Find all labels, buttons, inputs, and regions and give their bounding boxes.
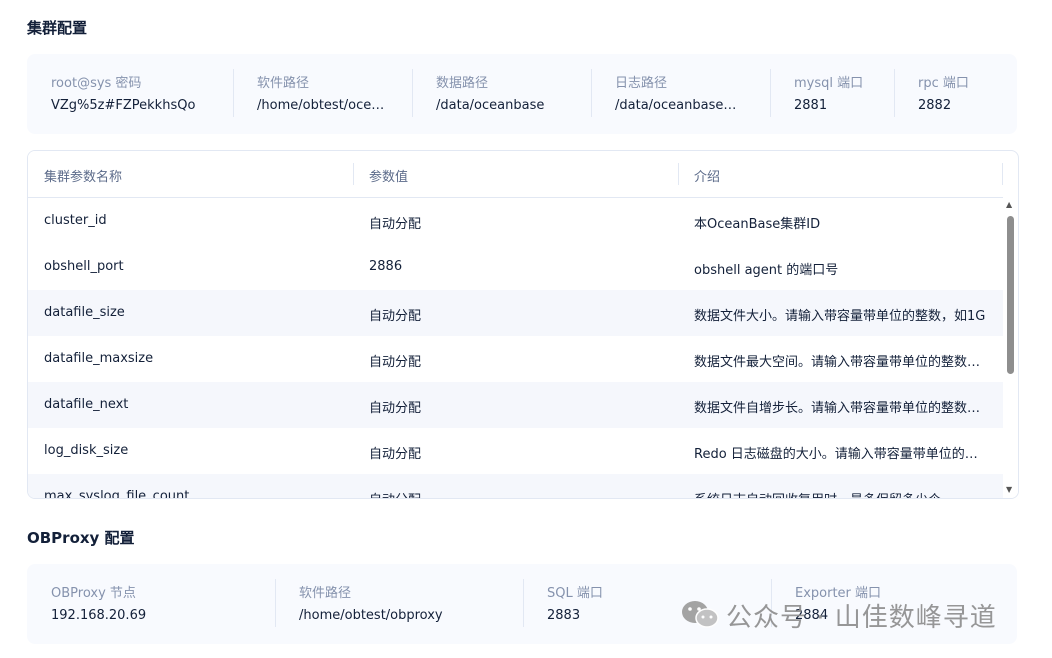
column-header-name: 集群参数名称 [44, 170, 123, 185]
field-label: 软件路径 [257, 76, 310, 91]
table-row: datafile_next 自动分配 数据文件自增步长。请输入带容量带单位的整数… [28, 382, 1003, 428]
scroll-down-arrow-icon[interactable]: ▼ [1006, 485, 1012, 494]
field-label: 数据路径 [436, 76, 489, 91]
divider [894, 69, 895, 117]
field-value: 2882 [918, 98, 952, 113]
scrollbar-thumb[interactable] [1007, 216, 1014, 374]
param-desc: obshell agent 的端口号 [694, 263, 839, 278]
table-row: datafile_maxsize 自动分配 数据文件最大空间。请输入带容量带单位… [28, 336, 1003, 382]
divider [523, 579, 524, 627]
cluster-config-title: 集群配置 [27, 19, 88, 37]
param-value: 自动分配 [369, 447, 422, 462]
param-name: max_syslog_file_count [44, 489, 190, 498]
param-name: datafile_size [44, 305, 125, 320]
param-value: 自动分配 [369, 217, 422, 232]
field-label: SQL 端口 [547, 586, 603, 601]
field-label: OBProxy 节点 [51, 586, 136, 601]
field-value: 2883 [547, 608, 581, 623]
table-row: obshell_port 2886 obshell agent 的端口号 [28, 244, 1003, 290]
root-password-field: root@sys 密码 VZg%5z#FZPekkhsQo [51, 54, 251, 134]
field-value: 2881 [794, 98, 828, 113]
table-row: datafile_size 自动分配 数据文件大小。请输入带容量带单位的整数，如… [28, 290, 1003, 336]
param-name: cluster_id [44, 213, 107, 228]
watermark: 公众号 · 山佳数峰寻道 [680, 597, 997, 638]
param-desc: 数据文件最大空间。请输入带容量带单位的整数，如1G [694, 355, 986, 370]
param-name: datafile_maxsize [44, 351, 154, 366]
field-value: /data/oceanbase [436, 98, 545, 113]
param-value: 自动分配 [369, 355, 422, 370]
column-divider [678, 163, 679, 185]
data-path-field: 数据路径 /data/oceanbase [412, 54, 582, 134]
column-header-value: 参数值 [369, 170, 409, 185]
field-label: 软件路径 [299, 586, 352, 601]
column-divider [353, 163, 354, 185]
mysql-port-field: mysql 端口 2881 [770, 54, 890, 134]
software-path-field: 软件路径 /home/obtest/oceanbase [233, 54, 403, 134]
param-value: 自动分配 [369, 489, 669, 498]
param-name: log_disk_size [44, 443, 129, 458]
field-label: root@sys 密码 [51, 76, 142, 91]
scroll-up-arrow-icon[interactable]: ▲ [1006, 200, 1012, 209]
table-row: cluster_id 自动分配 本OceanBase集群ID [28, 198, 1003, 244]
table-body[interactable]: cluster_id 自动分配 本OceanBase集群ID obshell_p… [28, 198, 1003, 498]
divider [275, 579, 276, 627]
field-label: rpc 端口 [918, 76, 969, 91]
param-value: 自动分配 [369, 401, 422, 416]
obproxy-software-path-field: 软件路径 /home/obtest/obproxy [275, 564, 515, 644]
cluster-config-card: root@sys 密码 VZg%5z#FZPekkhsQo 软件路径 /home… [27, 54, 1017, 134]
divider [412, 69, 413, 117]
obproxy-config-title: OBProxy 配置 [27, 529, 135, 547]
param-name: obshell_port [44, 259, 124, 274]
param-desc: 系统日志自动回收复用时，最多保留多少个 [694, 489, 986, 498]
log-path-field: 日志路径 /data/oceanbase/log [591, 54, 761, 134]
param-value: 2886 [369, 259, 403, 274]
wechat-icon [680, 599, 720, 638]
watermark-text: 公众号 · 山佳数峰寻道 [726, 603, 997, 633]
column-divider [1002, 163, 1003, 185]
param-desc: 数据文件大小。请输入带容量带单位的整数，如1G [694, 309, 986, 324]
divider [233, 69, 234, 117]
field-value: /home/obtest/oceanbase [257, 98, 391, 113]
column-header-desc: 介绍 [694, 170, 721, 185]
param-desc: 数据文件自增步长。请输入带容量带单位的整数，如1G [694, 401, 986, 416]
param-value: 自动分配 [369, 309, 422, 324]
field-label: mysql 端口 [794, 76, 864, 91]
cluster-params-table: 集群参数名称 参数值 介绍 cluster_id 自动分配 本OceanBase… [27, 150, 1019, 499]
field-value: VZg%5z#FZPekkhsQo [51, 98, 196, 113]
obproxy-node-field: OBProxy 节点 192.168.20.69 [51, 564, 271, 644]
param-desc: Redo 日志磁盘的大小。请输入带容量带单位的整数，如1G [694, 447, 986, 462]
field-value: /data/oceanbase/log [615, 98, 739, 113]
field-label: 日志路径 [615, 76, 668, 91]
divider [591, 69, 592, 117]
field-value: /home/obtest/obproxy [299, 608, 443, 623]
table-scrollbar[interactable]: ▲ ▼ [1003, 198, 1018, 498]
field-value: 192.168.20.69 [51, 608, 147, 623]
param-desc: 本OceanBase集群ID [694, 217, 821, 232]
table-header: 集群参数名称 参数值 介绍 [28, 151, 1003, 198]
divider [770, 69, 771, 117]
param-name: datafile_next [44, 397, 129, 412]
rpc-port-field: rpc 端口 2882 [894, 54, 1014, 134]
table-row: max_syslog_file_count 自动分配 系统日志自动回收复用时，最… [28, 474, 1003, 498]
table-row: log_disk_size 自动分配 Redo 日志磁盘的大小。请输入带容量带单… [28, 428, 1003, 474]
